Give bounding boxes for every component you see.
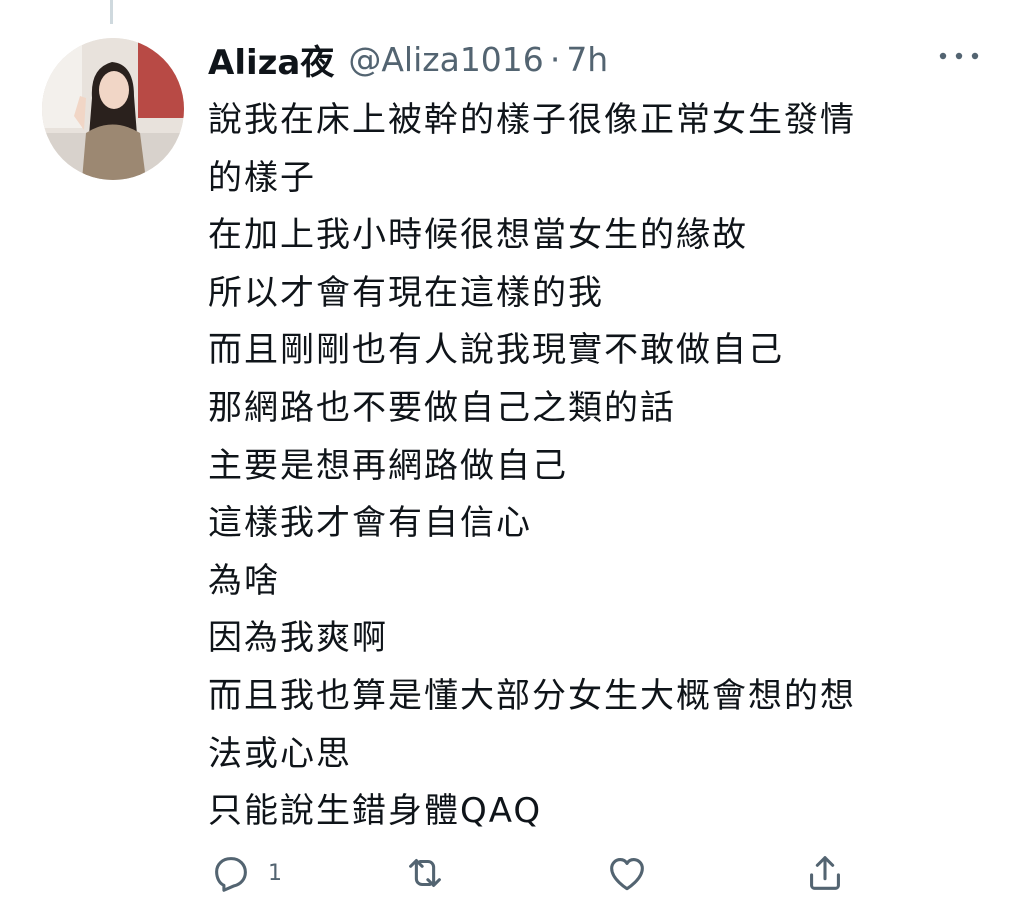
heart-icon (604, 850, 650, 896)
retweet-icon (402, 850, 448, 896)
tweet-text-line: 主要是想再網路做自己 (208, 445, 568, 486)
reply-button[interactable]: 1 (208, 848, 282, 898)
display-name[interactable]: Aliza夜 (208, 35, 334, 84)
timestamp[interactable]: 7h (566, 40, 608, 79)
share-icon (802, 850, 848, 896)
tweet-text-line: 那網路也不要做自己之類的話 (208, 387, 676, 428)
tweet-text-line: 在加上我小時候很想當女生的緣故 (208, 215, 748, 256)
tweet-actions: 1 (208, 848, 908, 898)
tweet-header: Aliza夜 @Aliza1016 · 7h (208, 34, 608, 84)
tweet: Aliza夜 @Aliza1016 · 7h 說我在床上被幹的樣子很像正常女生發… (0, 0, 1024, 902)
user-handle[interactable]: @Aliza1016 (348, 40, 543, 79)
tweet-text-line: 所以才會有現在這樣的我 (208, 272, 604, 313)
retweet-button[interactable] (402, 848, 448, 898)
share-button[interactable] (802, 848, 848, 898)
tweet-text-line: 只能說生錯身體QAQ (208, 791, 543, 832)
tweet-text-line: 這樣我才會有自信心 (208, 503, 532, 544)
tweet-text-line: 為啥 (208, 560, 280, 601)
tweet-text-line: 說我在床上被幹的樣子很像正常女生發情 (208, 100, 856, 140)
reply-count: 1 (268, 860, 282, 886)
tweet-text-line: 法或心思 (208, 733, 352, 774)
tweet-text-line: 因為我爽啊 (208, 618, 388, 659)
separator-dot: · (549, 39, 561, 79)
avatar[interactable] (42, 38, 184, 180)
reply-icon (208, 850, 254, 896)
more-icon[interactable] (934, 38, 984, 74)
thread-line (110, 0, 113, 24)
tweet-text-line: 的樣子 (208, 157, 316, 198)
tweet-text-line: 而且剛剛也有人說我現實不敢做自己 (208, 330, 784, 371)
tweet-text: 說我在床上被幹的樣子很像正常女生發情 的樣子 在加上我小時候很想當女生的緣故 所… (208, 92, 998, 841)
tweet-text-line: 而且我也算是懂大部分女生大概會想的想 (208, 675, 856, 716)
like-button[interactable] (604, 848, 650, 898)
